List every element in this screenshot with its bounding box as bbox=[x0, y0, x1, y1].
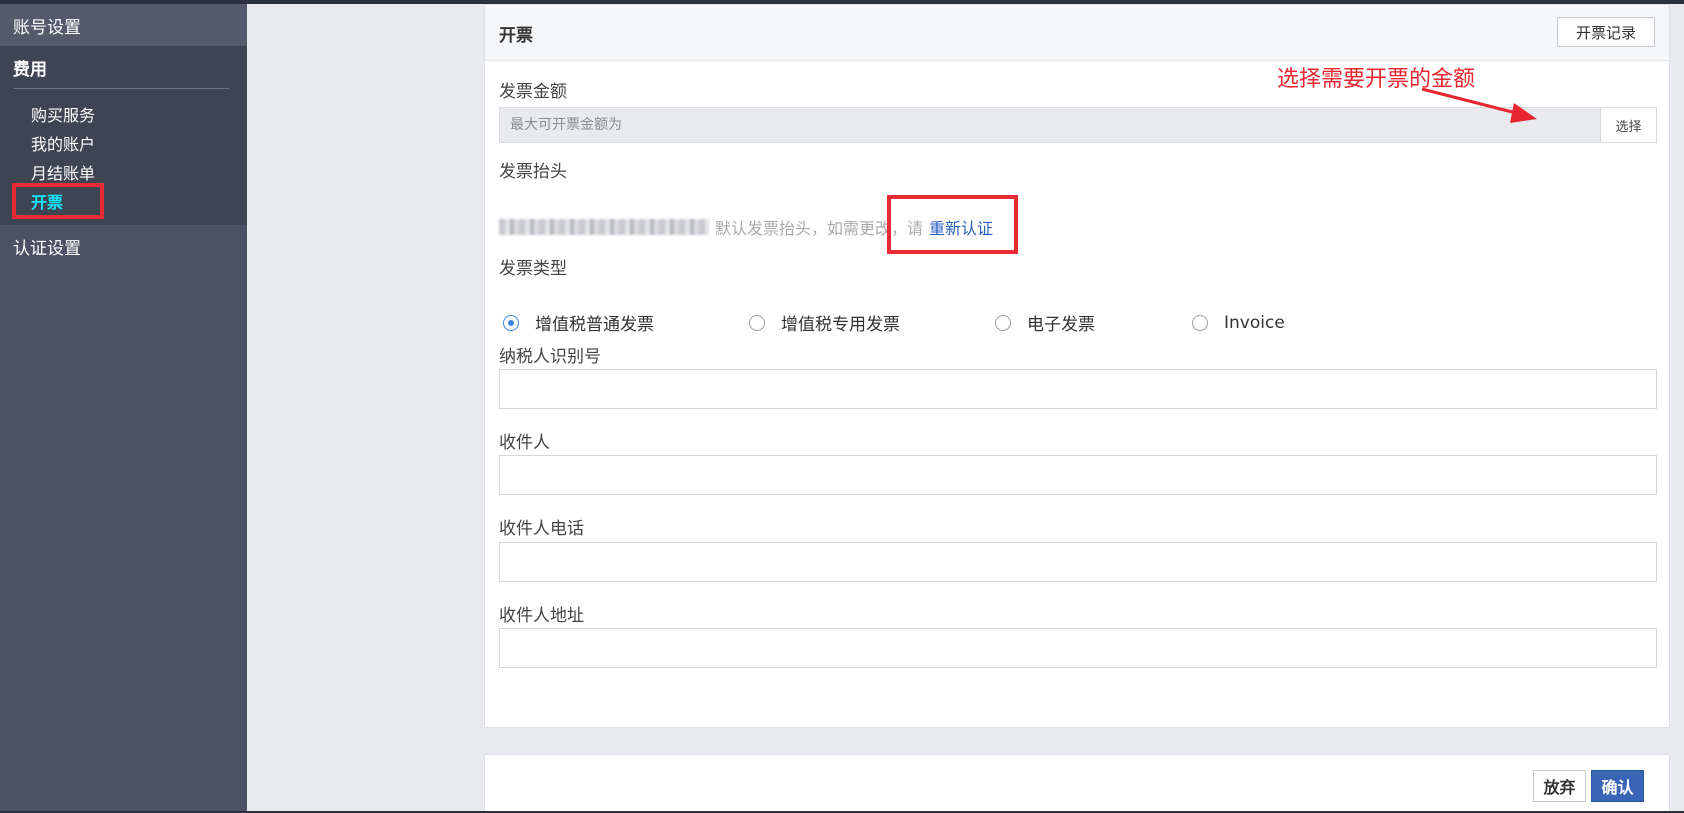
radio-vat-normal[interactable]: 增值税普通发票 bbox=[503, 310, 749, 335]
radio-vat-special[interactable]: 增值税专用发票 bbox=[749, 310, 995, 335]
taxpayer-id-input[interactable] bbox=[499, 369, 1657, 409]
action-bar: 放弃 确认 bbox=[484, 754, 1670, 813]
annotation-highlight-box-recertify bbox=[887, 195, 1018, 254]
invoice-record-button[interactable]: 开票记录 bbox=[1557, 17, 1655, 47]
radio-unchecked-icon[interactable] bbox=[995, 314, 1011, 331]
radio-label: Invoice bbox=[1224, 312, 1285, 333]
amount-label: 发票金额 bbox=[499, 82, 567, 102]
radio-label: 电子发票 bbox=[1027, 315, 1095, 335]
radio-label: 增值税普通发票 bbox=[535, 315, 654, 335]
recipient-address-input[interactable] bbox=[499, 628, 1657, 668]
radio-unchecked-icon[interactable] bbox=[1192, 314, 1208, 331]
sidebar: 账号设置 费用 购买服务 我的账户 月结账单 开票 认证设置 bbox=[0, 4, 247, 813]
sidebar-item-auth-settings[interactable]: 认证设置 bbox=[0, 225, 247, 267]
radio-electronic[interactable]: 电子发票 bbox=[995, 310, 1192, 335]
page-title: 开票 bbox=[499, 26, 533, 46]
taxpayer-id-label: 纳税人识别号 bbox=[499, 347, 601, 367]
invoice-title-label: 发票抬头 bbox=[499, 162, 567, 182]
recipient-label: 收件人 bbox=[499, 433, 550, 453]
recipient-input[interactable] bbox=[499, 455, 1657, 495]
invoice-type-label: 发票类型 bbox=[499, 259, 567, 279]
cancel-button[interactable]: 放弃 bbox=[1533, 770, 1586, 802]
annotation-arrow-icon bbox=[1421, 87, 1537, 123]
confirm-button[interactable]: 确认 bbox=[1591, 770, 1644, 802]
annotation-highlight-box-invoice bbox=[12, 183, 104, 219]
recipient-phone-label: 收件人电话 bbox=[499, 519, 584, 539]
radio-invoice[interactable]: Invoice bbox=[1192, 313, 1285, 333]
sidebar-item-monthly-bill[interactable]: 月结账单 bbox=[0, 157, 247, 186]
sidebar-item-account-settings[interactable]: 账号设置 bbox=[0, 4, 247, 46]
invoice-type-radio-group: 增值税普通发票 增值税专用发票 电子发票 Invoice bbox=[503, 310, 1285, 335]
card-header: 开票 开票记录 bbox=[485, 5, 1669, 61]
sidebar-item-buy-service[interactable]: 购买服务 bbox=[0, 99, 247, 128]
radio-unchecked-icon[interactable] bbox=[749, 314, 765, 331]
recipient-phone-input[interactable] bbox=[499, 542, 1657, 582]
select-amount-button[interactable]: 选择 bbox=[1600, 108, 1656, 142]
radio-checked-icon[interactable] bbox=[503, 314, 519, 331]
recipient-address-label: 收件人地址 bbox=[499, 606, 584, 626]
sidebar-item-my-account[interactable]: 我的账户 bbox=[0, 128, 247, 157]
sidebar-section-title-fees[interactable]: 费用 bbox=[0, 46, 247, 88]
redacted-company-name bbox=[499, 219, 709, 235]
radio-label: 增值税专用发票 bbox=[781, 315, 900, 335]
